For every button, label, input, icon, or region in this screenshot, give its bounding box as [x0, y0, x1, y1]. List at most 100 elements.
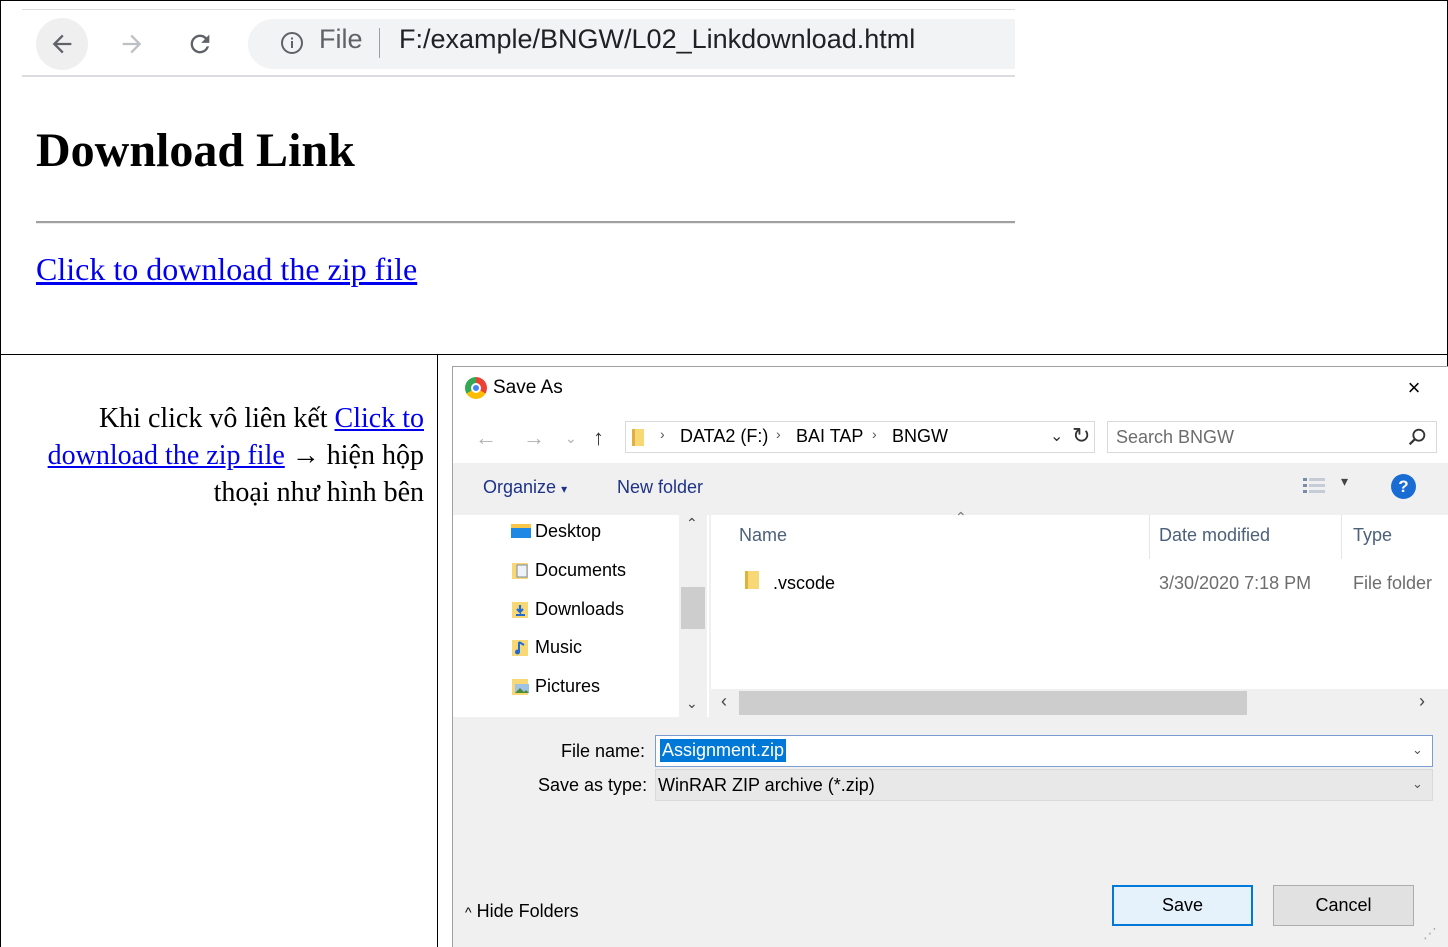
refresh-icon[interactable]: ↻ — [1072, 423, 1090, 449]
chevron-down-icon[interactable]: ⌄ — [1412, 742, 1423, 758]
reload-button[interactable] — [174, 18, 226, 70]
column-separator — [1149, 515, 1150, 559]
back-arrow-icon — [52, 34, 72, 54]
file-date: 3/30/2020 7:18 PM — [1159, 573, 1312, 593]
recent-locations-chevron-icon[interactable]: ⌄ — [565, 430, 577, 447]
cancel-button[interactable]: Cancel — [1273, 885, 1414, 926]
up-arrow-icon[interactable]: ↑ — [593, 425, 604, 451]
breadcrumb-chevron-icon[interactable]: › — [776, 426, 781, 442]
nav-label: Pictures — [535, 676, 601, 696]
browser-window: File F:/example/BNGW/L02_Linkdownload.ht… — [22, 9, 1015, 327]
column-header-type[interactable]: Type — [1353, 525, 1392, 546]
nav-label: Documents — [535, 560, 627, 580]
folder-icon — [632, 429, 644, 446]
nav-item-documents[interactable]: Documents — [511, 560, 626, 581]
file-type: File folder — [1353, 573, 1433, 593]
dialog-title: Save As — [493, 377, 563, 398]
search-placeholder: Search BNGW — [1116, 427, 1235, 447]
help-icon[interactable]: ? — [1391, 474, 1416, 499]
file-name: .vscode — [773, 573, 836, 593]
file-name-value: Assignment.zip — [660, 739, 787, 762]
breadcrumb-chevron-icon[interactable]: › — [660, 426, 665, 442]
search-icon[interactable] — [1406, 426, 1428, 448]
dialog-titlebar: Save As × — [453, 367, 1448, 413]
table-column-divider — [437, 354, 438, 947]
music-icon — [511, 639, 531, 657]
command-bar: Organize ▾ New folder ▾ ? — [453, 463, 1448, 513]
downloads-icon — [511, 601, 531, 619]
column-header-name[interactable]: Name — [739, 525, 787, 546]
nav-item-desktop[interactable]: Desktop — [511, 521, 601, 542]
new-folder-button[interactable]: New folder — [617, 477, 703, 498]
save-as-type-value: WinRAR ZIP archive (*.zip) — [658, 775, 875, 795]
forward-arrow-icon[interactable]: → — [523, 425, 545, 451]
close-button[interactable]: × — [1399, 373, 1429, 403]
organize-dropdown-icon: ▾ — [561, 482, 568, 496]
file-name-input[interactable]: Assignment.zip ⌄ — [655, 735, 1433, 767]
view-options-icon[interactable] — [1303, 477, 1325, 495]
pictures-icon — [511, 678, 531, 696]
forward-arrow-icon — [122, 34, 142, 54]
save-as-type-select[interactable]: WinRAR ZIP archive (*.zip) ⌄ — [655, 769, 1433, 801]
chevron-down-icon[interactable]: ⌄ — [1412, 776, 1423, 792]
search-box[interactable]: Search BNGW — [1107, 421, 1437, 453]
file-name-label: File name: — [561, 741, 646, 761]
scroll-down-icon[interactable]: ⌄ — [686, 695, 698, 712]
nav-label: Downloads — [535, 599, 625, 619]
chrome-icon — [465, 377, 487, 399]
file-list-horizontal-scrollbar[interactable]: ‹ › — [711, 689, 1448, 717]
back-arrow-icon[interactable]: ← — [475, 425, 497, 451]
nav-item-music[interactable]: Music — [511, 637, 582, 658]
organize-menu[interactable]: Organize ▾ — [483, 477, 567, 498]
save-as-dialog: Save As × ← → ⌄ ↑ › DATA2 (F:) › BAI TAP… — [452, 366, 1448, 947]
hide-folders-label: Hide Folders — [476, 901, 579, 921]
description-text: Khi click vô liên kết Click to download … — [10, 400, 424, 511]
horizontal-rule — [36, 221, 1015, 224]
chevron-up-icon: ^ — [465, 904, 472, 920]
documents-icon — [511, 562, 531, 580]
toolbar-divider — [22, 75, 1015, 77]
breadcrumb-bai-tap[interactable]: BAI TAP — [796, 426, 863, 447]
omnibox-separator — [379, 28, 380, 58]
forward-button[interactable] — [106, 18, 158, 70]
scrollbar-thumb[interactable] — [681, 587, 705, 629]
folder-icon — [745, 571, 761, 589]
nav-label: Music — [535, 637, 583, 657]
breadcrumb-chevron-icon[interactable]: › — [872, 426, 877, 442]
desktop-icon — [511, 523, 531, 541]
save-as-type-label: Save as type: — [538, 775, 648, 795]
view-dropdown-icon[interactable]: ▾ — [1341, 473, 1348, 490]
scrollbar-thumb[interactable] — [739, 691, 1247, 715]
breadcrumb-drive[interactable]: DATA2 (F:) — [680, 426, 768, 447]
scroll-right-icon[interactable]: › — [1419, 691, 1425, 712]
sort-ascending-icon: ⌃ — [955, 509, 967, 525]
scroll-up-icon[interactable]: ⌃ — [686, 515, 698, 532]
column-separator — [1341, 515, 1342, 559]
path-dropdown-icon[interactable]: ⌄ — [1050, 426, 1063, 446]
scroll-left-icon[interactable]: ‹ — [721, 691, 727, 712]
navigation-pane: Desktop Documents Downloads Music Pictur… — [453, 515, 709, 717]
breadcrumb-bngw[interactable]: BNGW — [892, 426, 948, 447]
table-border-top — [0, 0, 1448, 1]
back-button[interactable] — [36, 18, 88, 70]
nav-label: Desktop — [535, 521, 602, 541]
reload-icon — [190, 34, 210, 54]
info-icon[interactable] — [280, 31, 304, 55]
path-breadcrumb-bar[interactable]: › DATA2 (F:) › BAI TAP › BNGW ⌄ ↻ — [625, 421, 1095, 453]
nav-item-pictures[interactable]: Pictures — [511, 676, 600, 697]
column-header-date-modified[interactable]: Date modified — [1159, 525, 1270, 546]
description-prefix: Khi click vô liên kết — [98, 403, 335, 434]
dialog-address-row: ← → ⌄ ↑ › DATA2 (F:) › BAI TAP › BNGW ⌄ … — [453, 413, 1448, 463]
right-arrow-icon: → — [291, 440, 320, 471]
nav-item-downloads[interactable]: Downloads — [511, 599, 624, 620]
page-heading: Download Link — [36, 124, 355, 177]
browser-toolbar: File F:/example/BNGW/L02_Linkdownload.ht… — [22, 9, 1015, 75]
hide-folders-toggle[interactable]: ^ Hide Folders — [465, 901, 579, 922]
download-zip-link[interactable]: Click to download the zip file — [36, 251, 417, 288]
nav-pane-scrollbar[interactable]: ⌃ ⌄ — [679, 515, 707, 717]
save-button[interactable]: Save — [1112, 885, 1253, 926]
resize-grip-icon[interactable]: ⋰ — [1423, 925, 1437, 942]
url-text[interactable]: F:/example/BNGW/L02_Linkdownload.html — [399, 24, 915, 55]
file-list-pane: ⌃ Name Date modified Type .vscode 3/30/2… — [711, 509, 1448, 689]
organize-label: Organize — [483, 477, 557, 497]
